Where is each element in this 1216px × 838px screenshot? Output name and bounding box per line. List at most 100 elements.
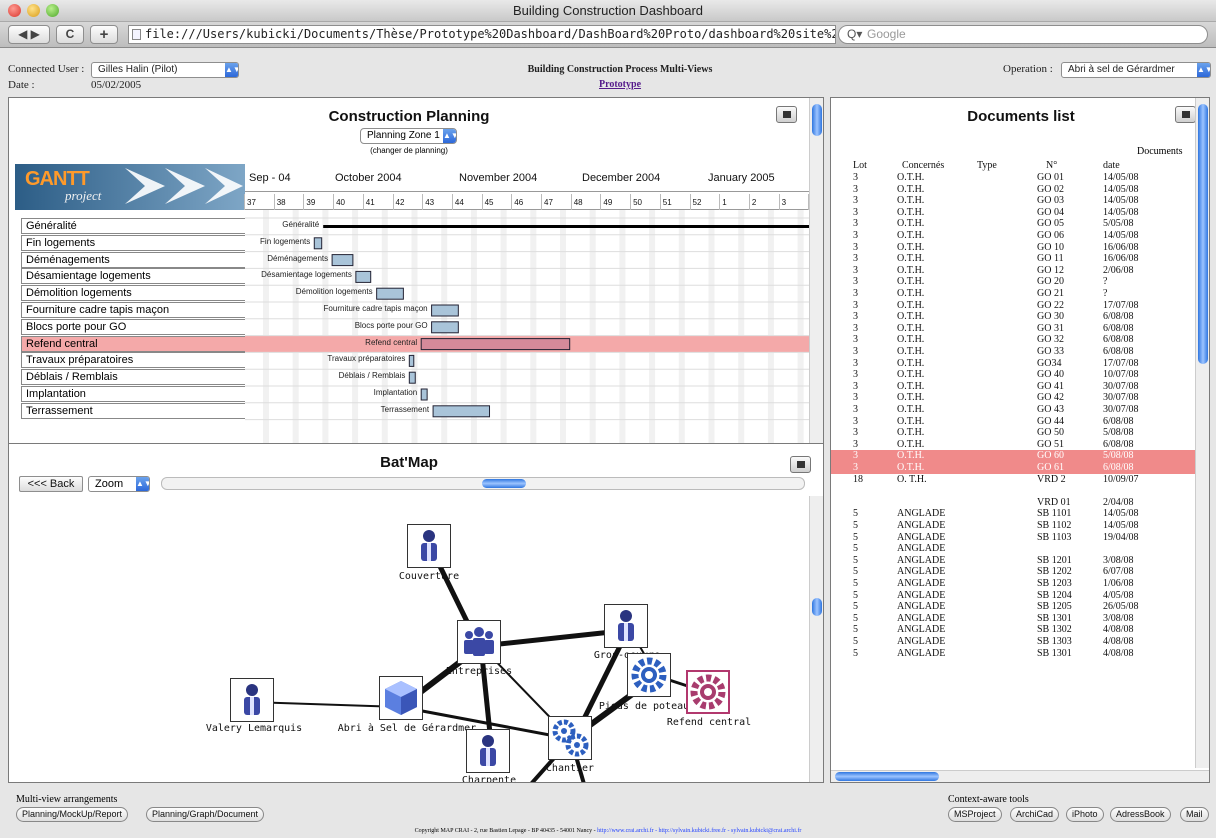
reload-button[interactable]: C xyxy=(56,25,84,44)
tool-button[interactable]: MSProject xyxy=(948,807,1002,822)
back-button[interactable]: <<< Back xyxy=(19,476,83,492)
document-row[interactable]: 3 O.T.H. GO 06 14/05/08 xyxy=(831,230,1207,242)
node-entreprises[interactable] xyxy=(457,620,501,664)
prototype-link[interactable]: Prototype xyxy=(570,79,670,90)
document-row[interactable]: 3 O.T.H. GO 20? xyxy=(831,276,1207,288)
document-row[interactable]: 3 O.T.H. GO 03 14/05/08 xyxy=(831,195,1207,207)
document-row[interactable]: 5 ANGLADE SB 1303 4/08/08 xyxy=(831,636,1207,648)
planning-zone-select[interactable]: Planning Zone 1 ▲▼ xyxy=(360,128,457,144)
task-row[interactable]: Refend central xyxy=(21,335,250,352)
document-row[interactable]: 5 ANGLADE SB 1301 3/08/08 xyxy=(831,613,1207,625)
tool-button[interactable]: Mail xyxy=(1180,807,1209,822)
task-bar[interactable] xyxy=(431,304,459,317)
document-row[interactable]: 5 ANGLADE SB 1203 1/06/08 xyxy=(831,578,1207,590)
document-row[interactable]: 3 O.T.H. GO 10 16/06/08 xyxy=(831,242,1207,254)
planning-vertical-scrollbar[interactable] xyxy=(809,98,823,474)
close-window-button[interactable] xyxy=(8,4,21,17)
task-row[interactable]: Terrassement xyxy=(21,402,250,419)
document-row[interactable]: 3 O.T.H. GO 33 6/08/08 xyxy=(831,346,1207,358)
task-row[interactable]: Généralité xyxy=(21,218,250,234)
document-row[interactable]: 3 O.T.H. GO 43 30/07/08 xyxy=(831,404,1207,416)
document-row[interactable]: 3 O.T.H. GO 50 5/08/08 xyxy=(831,427,1207,439)
document-row[interactable]: 5 ANGLADE SB 1204 4/05/08 xyxy=(831,590,1207,602)
maximize-planning-button[interactable] xyxy=(776,106,797,123)
zoom-window-button[interactable] xyxy=(46,4,59,17)
document-row[interactable]: 3 O.T.H. GO 40 10/07/08 xyxy=(831,369,1207,381)
arrangement-button[interactable]: Planning/Graph/Document xyxy=(146,807,265,822)
document-row[interactable]: 3 O.T.H. GO 04 14/05/08 xyxy=(831,207,1207,219)
zoom-select[interactable]: Zoom ▲▼ xyxy=(88,476,150,492)
document-row[interactable]: 5 ANGLADE SB 1103 19/04/08 xyxy=(831,532,1207,544)
document-row[interactable]: VRD 01 2/04/08 xyxy=(831,497,1207,509)
document-row[interactable]: 5 ANGLADE SB 1201 3/08/08 xyxy=(831,555,1207,567)
change-planning-link[interactable]: (changer de planning) xyxy=(309,146,509,155)
document-row[interactable]: 18 O. T.H. VRD 2 10/09/07 xyxy=(831,474,1207,486)
task-row[interactable]: Déménagements xyxy=(21,251,250,268)
document-row[interactable]: 3 O.T.H. GO 01 14/05/08 xyxy=(831,172,1207,184)
task-bar[interactable] xyxy=(408,371,416,384)
document-row[interactable]: 5 ANGLADE SB 1202 6/07/08 xyxy=(831,566,1207,578)
document-row[interactable]: 3 O.T.H. GO 12 2/06/08 xyxy=(831,265,1207,277)
node-gros-oeuvre[interactable] xyxy=(604,604,648,648)
node-pieds-de-poteaux[interactable] xyxy=(627,653,671,697)
documents-vertical-scrollbar[interactable] xyxy=(1195,98,1209,768)
documents-horizontal-scrollbar[interactable] xyxy=(831,770,1209,782)
task-row[interactable]: Démolition logements xyxy=(21,285,250,302)
maximize-documents-button[interactable] xyxy=(1175,106,1196,123)
document-row[interactable]: 3 O.T.H. GO 05 5/05/08 xyxy=(831,218,1207,230)
task-bar[interactable] xyxy=(420,388,428,401)
maximize-batmap-button[interactable] xyxy=(790,456,811,473)
scroll-thumb[interactable] xyxy=(812,598,822,616)
document-row[interactable]: 3 O.T.H. GO 11 16/06/08 xyxy=(831,253,1207,265)
task-bar[interactable] xyxy=(355,270,372,283)
tool-button[interactable]: iPhoto xyxy=(1066,807,1104,822)
add-bookmark-button[interactable]: + xyxy=(90,25,118,44)
tool-button[interactable]: AdressBook xyxy=(1110,807,1171,822)
document-row[interactable]: 3 O.T.H. GO 22 17/07/08 xyxy=(831,300,1207,312)
document-row[interactable]: 3 O.T.H. GO 44 6/08/08 xyxy=(831,416,1207,428)
document-row[interactable]: 3 O.T.H. GO 42 30/07/08 xyxy=(831,392,1207,404)
node-couverture[interactable] xyxy=(407,524,451,568)
scroll-thumb[interactable] xyxy=(1198,104,1208,364)
task-bar[interactable] xyxy=(420,338,571,351)
task-row[interactable]: Fin logements xyxy=(21,234,250,251)
tool-button[interactable]: ArchiCad xyxy=(1010,807,1060,822)
document-row[interactable]: 3 O.T.H. GO 21? xyxy=(831,288,1207,300)
scroll-thumb[interactable] xyxy=(835,772,939,781)
node-refend-central[interactable] xyxy=(686,670,730,714)
document-row[interactable]: 3 O.T.H. GO 61 6/08/08 xyxy=(831,462,1207,474)
zoom-slider[interactable] xyxy=(161,477,805,490)
task-bar[interactable] xyxy=(331,254,354,267)
task-row[interactable]: Déblais / Remblais xyxy=(21,369,250,386)
task-row[interactable]: Désamientage logements xyxy=(21,268,250,285)
arrangement-button[interactable]: Planning/MockUp/Report xyxy=(16,807,129,822)
search-field[interactable]: Q▾ Google xyxy=(838,25,1208,44)
back-forward-button[interactable]: ◀ ▶ xyxy=(8,25,50,44)
task-bar[interactable] xyxy=(432,405,491,418)
scroll-thumb[interactable] xyxy=(812,104,822,136)
document-row[interactable]: 3 O.T.H. GO 51 6/08/08 xyxy=(831,439,1207,451)
zoom-slider-thumb[interactable] xyxy=(482,479,526,488)
document-row[interactable]: 3 O.T.H. GO 32 6/08/08 xyxy=(831,334,1207,346)
document-row[interactable]: 5 ANGLADE SB 1102 14/05/08 xyxy=(831,520,1207,532)
node-abri-a-sel[interactable] xyxy=(379,676,423,720)
task-bar[interactable] xyxy=(431,321,459,334)
batmap-vertical-scrollbar[interactable] xyxy=(809,496,823,782)
node-chantier[interactable] xyxy=(548,716,592,760)
task-row[interactable]: Fourniture cadre tapis maçon xyxy=(21,302,250,318)
address-bar[interactable]: file:///Users/kubicki/Documents/Thèse/Pr… xyxy=(128,25,836,44)
minimize-window-button[interactable] xyxy=(27,4,40,17)
operation-select[interactable]: Abri à sel de Gérardmer ▲▼ xyxy=(1061,62,1211,78)
task-row[interactable]: Implantation xyxy=(21,386,250,402)
document-row[interactable]: 3 O.T.H. GO 30 6/08/08 xyxy=(831,311,1207,323)
document-row[interactable]: 5 ANGLADE xyxy=(831,543,1207,555)
copyright-links[interactable]: http://www.crai.archi.fr - http://sylvai… xyxy=(597,828,801,834)
document-row[interactable]: 5 ANGLADE SB 1101 14/05/08 xyxy=(831,508,1207,520)
document-row[interactable]: 3 O.T.H. GO 31 6/08/08 xyxy=(831,323,1207,335)
task-bar[interactable] xyxy=(323,225,809,228)
task-bar[interactable] xyxy=(313,237,323,250)
user-select[interactable]: Gilles Halin (Pilot) ▲▼ xyxy=(91,62,239,78)
task-bar[interactable] xyxy=(376,287,404,300)
document-row[interactable] xyxy=(831,485,1207,497)
task-bar[interactable] xyxy=(408,354,415,367)
